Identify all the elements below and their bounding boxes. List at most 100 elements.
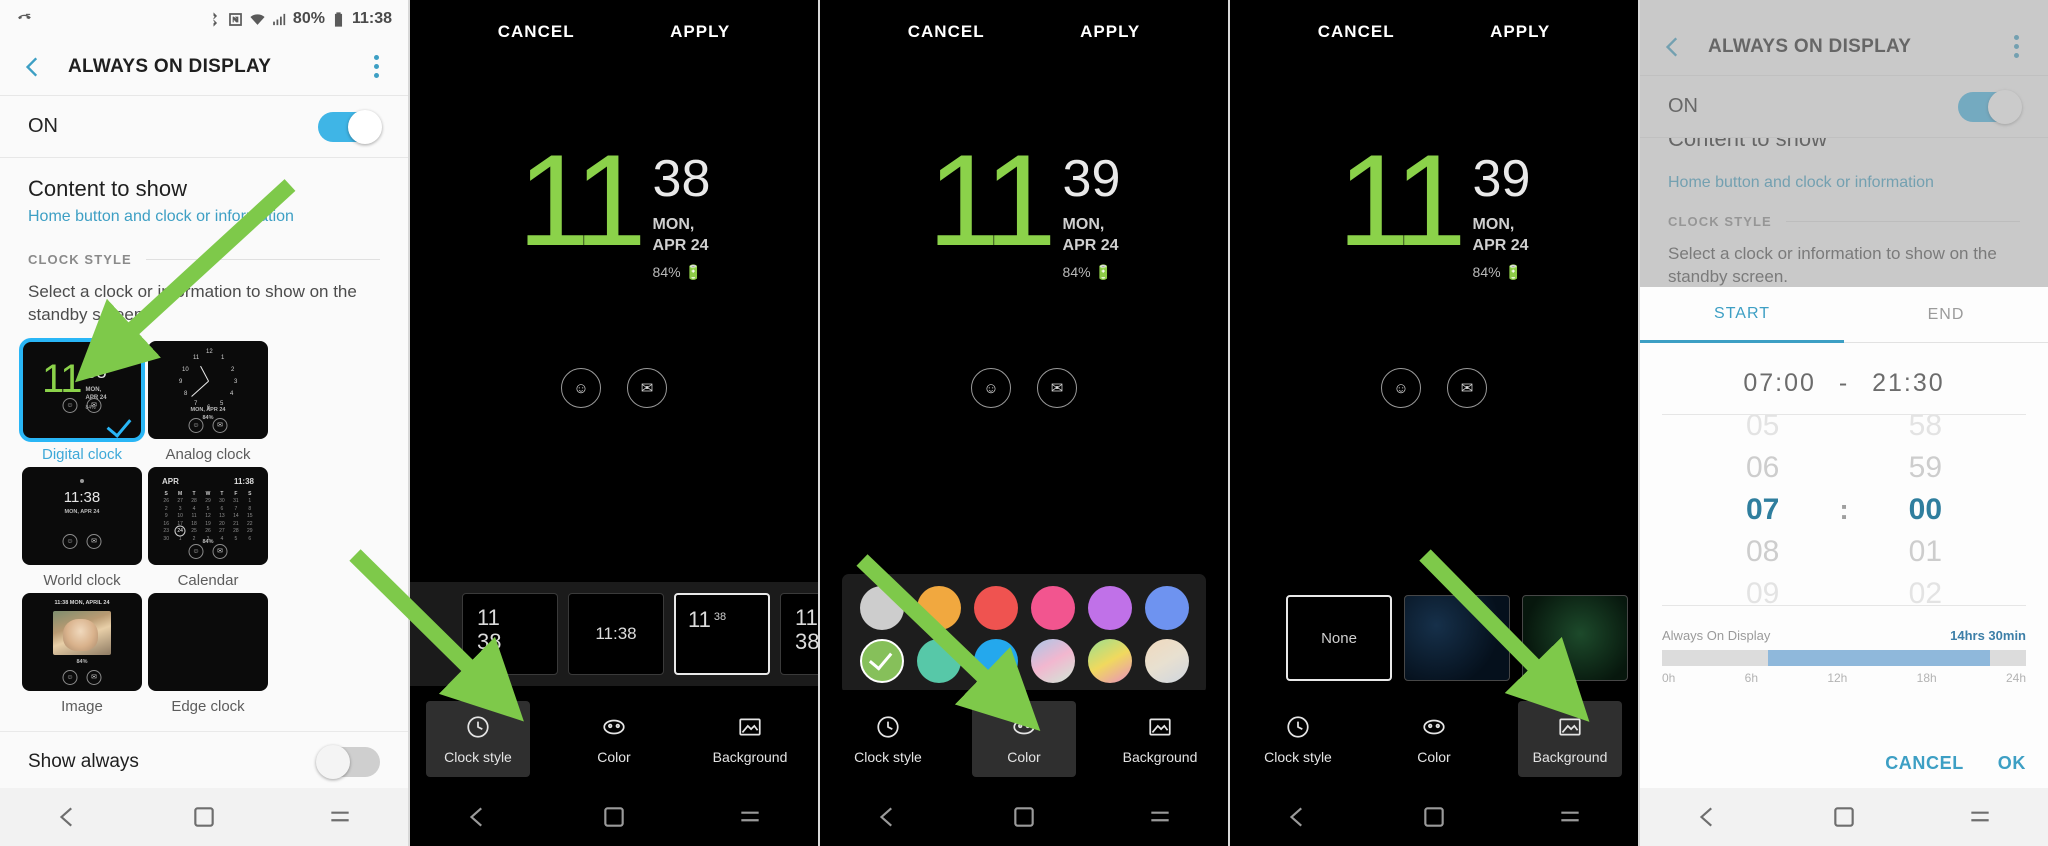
minute-option[interactable]: 01 <box>1909 533 1942 571</box>
home-nav-icon[interactable] <box>601 804 627 830</box>
toolbar-background[interactable]: Background <box>1518 701 1622 777</box>
home-nav-icon[interactable] <box>1011 804 1037 830</box>
clock-style-image[interactable]: 11:38 MON, APRIL 24 84% ☺ ✉ Image <box>22 592 142 715</box>
toolbar-clock-style[interactable]: Clock style <box>1246 701 1350 777</box>
color-swatch-green-selected[interactable] <box>859 638 904 683</box>
clock-style-analog[interactable]: 12 1 2 3 4 5 6 7 8 9 10 11 MON, APR 24 8… <box>148 340 268 463</box>
hour-option[interactable]: 06 <box>1746 449 1779 487</box>
recents-nav-icon[interactable] <box>1557 804 1583 830</box>
aod-toggle-switch[interactable] <box>318 109 382 144</box>
tab-end[interactable]: END <box>1844 287 2048 343</box>
minute-option[interactable]: 58 <box>1909 415 1942 445</box>
time-picker-wheel[interactable]: 05 06 07 08 09 : 58 59 00 01 02 <box>1662 414 2026 606</box>
clock-style-helper: Select a clock or information to show on… <box>1668 244 1997 286</box>
preview-shortcut-icons: ☺ ✉ <box>820 368 1228 408</box>
home-nav-icon[interactable] <box>1831 804 1857 830</box>
message-icon[interactable]: ✉ <box>1447 368 1487 408</box>
background-carousel[interactable]: None <box>1230 586 1638 690</box>
back-icon[interactable] <box>1660 34 1686 60</box>
color-swatch-gradient-rainbow[interactable] <box>1087 638 1132 683</box>
color-swatch-gradient-warm[interactable] <box>1144 638 1189 683</box>
background-option-dots[interactable] <box>1404 595 1510 681</box>
message-icon[interactable]: ✉ <box>627 368 667 408</box>
clock-style-option[interactable]: 11:38 <box>568 593 664 675</box>
toolbar-background[interactable]: Background <box>1108 701 1212 777</box>
home-nav-icon[interactable] <box>191 804 217 830</box>
preview-clock: 11 39 MON, APR 24 84% 🔋 <box>1230 135 1638 281</box>
aod-toggle-switch[interactable] <box>1958 89 2022 124</box>
aod-schedule-panel: ALWAYS ON DISPLAY ON Content to show Hom… <box>1640 0 2048 846</box>
clock-style-carousel[interactable]: 11 38 11:38 11 38 11 38 <box>410 582 818 686</box>
show-always-row[interactable]: Show always <box>0 730 408 793</box>
hour-wheel[interactable]: 05 06 07 08 09 <box>1746 415 1779 605</box>
aod-toggle-row[interactable]: ON <box>0 96 408 158</box>
clock-style-calendar[interactable]: APR 11:38 SMTWTFS 26 27 28 29 30 31 1 2345678 … <box>148 466 268 589</box>
clock-style-header-label: CLOCK STYLE <box>1668 214 1772 229</box>
cancel-button[interactable]: CANCEL <box>908 22 985 42</box>
aod-toggle-row[interactable]: ON <box>1640 76 2048 138</box>
color-swatch-blue[interactable] <box>1144 585 1189 630</box>
hour-option[interactable]: 05 <box>1746 415 1779 445</box>
aod-preview-background-panel: CANCEL APPLY 11 39 MON, APR 24 84% 🔋 ☺ ✉ <box>1230 0 1640 846</box>
recents-nav-icon[interactable] <box>1967 804 1993 830</box>
content-to-show-row[interactable]: Content to show Home button and clock or… <box>0 158 408 230</box>
message-icon[interactable]: ✉ <box>1037 368 1077 408</box>
contact-icon[interactable]: ☺ <box>561 368 601 408</box>
minute-option[interactable]: 02 <box>1909 575 1942 605</box>
color-swatch-red[interactable] <box>973 585 1018 630</box>
background-option-leaves[interactable] <box>1522 595 1628 681</box>
color-swatch-orange[interactable] <box>916 585 961 630</box>
more-options-icon[interactable] <box>2004 33 2028 61</box>
show-always-switch[interactable] <box>316 745 380 780</box>
toolbar-label: Color <box>1417 748 1451 765</box>
back-nav-icon[interactable] <box>55 804 81 830</box>
contact-icon[interactable]: ☺ <box>1381 368 1421 408</box>
hour-option[interactable]: 08 <box>1746 533 1779 571</box>
hour-option[interactable]: 09 <box>1746 575 1779 605</box>
minute-option[interactable]: 59 <box>1909 449 1942 487</box>
recents-nav-icon[interactable] <box>327 804 353 830</box>
toolbar-color[interactable]: Color <box>972 701 1076 777</box>
recents-nav-icon[interactable] <box>737 804 763 830</box>
contact-icon[interactable]: ☺ <box>971 368 1011 408</box>
color-swatch-lightblue[interactable] <box>973 638 1018 683</box>
cancel-button[interactable]: CANCEL <box>1318 22 1395 42</box>
apply-button[interactable]: APPLY <box>670 22 730 42</box>
clock-style-world[interactable]: 11:38 MON, APR 24 ☺ ✉ World clock <box>22 466 142 589</box>
back-nav-icon[interactable] <box>875 804 901 830</box>
color-swatch-pink[interactable] <box>1030 585 1075 630</box>
background-option-none[interactable]: None <box>1286 595 1392 681</box>
toolbar-color[interactable]: Color <box>562 701 666 777</box>
apply-button[interactable]: APPLY <box>1490 22 1550 42</box>
color-swatch-teal[interactable] <box>916 638 961 683</box>
color-swatch-gray[interactable] <box>859 585 904 630</box>
toolbar-color[interactable]: Color <box>1382 701 1486 777</box>
back-nav-icon[interactable] <box>1285 804 1311 830</box>
back-icon[interactable] <box>20 54 46 80</box>
cancel-button[interactable]: CANCEL <box>1885 753 1964 774</box>
more-options-icon[interactable] <box>364 53 388 81</box>
clock-style-option[interactable]: 11 38 <box>462 593 558 675</box>
toolbar-clock-style[interactable]: Clock style <box>426 701 530 777</box>
minute-wheel[interactable]: 58 59 00 01 02 <box>1909 415 1942 605</box>
clock-style-digital[interactable]: 11 38 MON, APR 24 84% ☺ ✉ Digital clock <box>19 337 145 463</box>
tab-start[interactable]: START <box>1640 287 1844 343</box>
color-palette[interactable] <box>842 574 1206 694</box>
home-nav-icon[interactable] <box>1421 804 1447 830</box>
clock-style-option[interactable]: 11 38 <box>780 593 818 675</box>
apply-button[interactable]: APPLY <box>1080 22 1140 42</box>
cancel-button[interactable]: CANCEL <box>498 22 575 42</box>
minute-option-selected[interactable]: 00 <box>1909 491 1942 529</box>
recents-nav-icon[interactable] <box>1147 804 1173 830</box>
ok-button[interactable]: OK <box>1998 753 2026 774</box>
color-swatch-purple[interactable] <box>1087 585 1132 630</box>
tick-12h: 12h <box>1827 671 1848 685</box>
toolbar-background[interactable]: Background <box>698 701 802 777</box>
clock-style-option-selected[interactable]: 11 38 <box>674 593 770 675</box>
clock-style-edge[interactable]: Edge clock <box>148 592 268 715</box>
back-nav-icon[interactable] <box>1695 804 1721 830</box>
color-swatch-gradient-pastel[interactable] <box>1030 638 1075 683</box>
toolbar-clock-style[interactable]: Clock style <box>836 701 940 777</box>
hour-option-selected[interactable]: 07 <box>1746 491 1779 529</box>
back-nav-icon[interactable] <box>465 804 491 830</box>
